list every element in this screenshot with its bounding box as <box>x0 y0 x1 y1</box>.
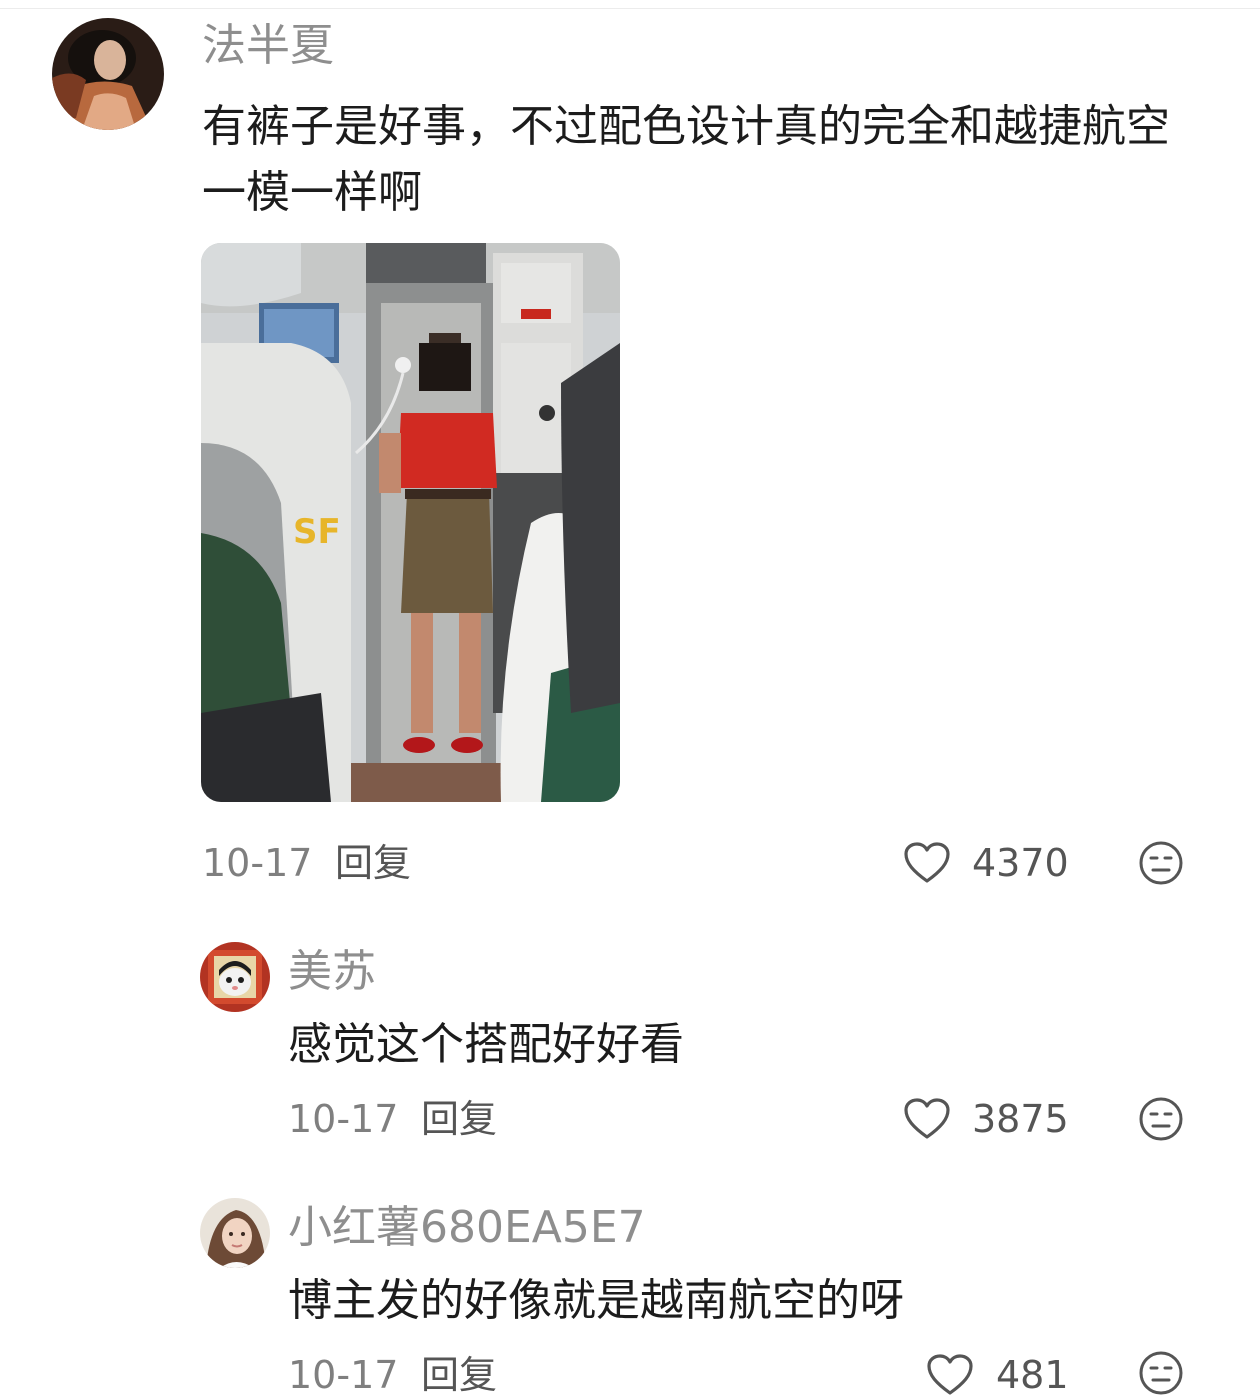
neutral-face-icon[interactable] <box>1138 1096 1184 1142</box>
avatar[interactable] <box>200 1198 270 1268</box>
reply-button[interactable]: 回复 <box>421 1097 497 1141</box>
svg-text:SF: SF <box>293 512 341 552</box>
comment-text: 有裤子是好事，不过配色设计真的完全和越捷航空一模一样啊 <box>202 101 1170 218</box>
comment-photo[interactable]: SF <box>201 243 620 802</box>
comment-date: 10-17 <box>288 1353 399 1397</box>
neutral-face-icon[interactable] <box>1138 1350 1184 1396</box>
comment-text: 感觉这个搭配好好看 <box>288 1019 684 1070</box>
avatar[interactable] <box>52 18 164 130</box>
comment-date: 10-17 <box>202 841 313 885</box>
heart-outline-icon[interactable] <box>903 841 951 885</box>
like-count: 4370 <box>972 841 1069 885</box>
heart-outline-icon[interactable] <box>926 1353 974 1397</box>
comment-username[interactable]: 美苏 <box>288 946 376 998</box>
top-divider <box>0 8 1260 9</box>
comment-date: 10-17 <box>288 1097 399 1141</box>
like-count: 481 <box>996 1353 1069 1397</box>
neutral-face-icon[interactable] <box>1138 840 1184 886</box>
comment-username[interactable]: 小红薯680EA5E7 <box>288 1202 646 1254</box>
like-count: 3875 <box>972 1097 1069 1141</box>
reply-button[interactable]: 回复 <box>421 1353 497 1397</box>
comment-username[interactable]: 法半夏 <box>202 20 334 72</box>
comment-text: 博主发的好像就是越南航空的呀 <box>288 1275 904 1326</box>
heart-outline-icon[interactable] <box>903 1097 951 1141</box>
reply-button[interactable]: 回复 <box>335 841 411 885</box>
avatar[interactable] <box>200 942 270 1012</box>
